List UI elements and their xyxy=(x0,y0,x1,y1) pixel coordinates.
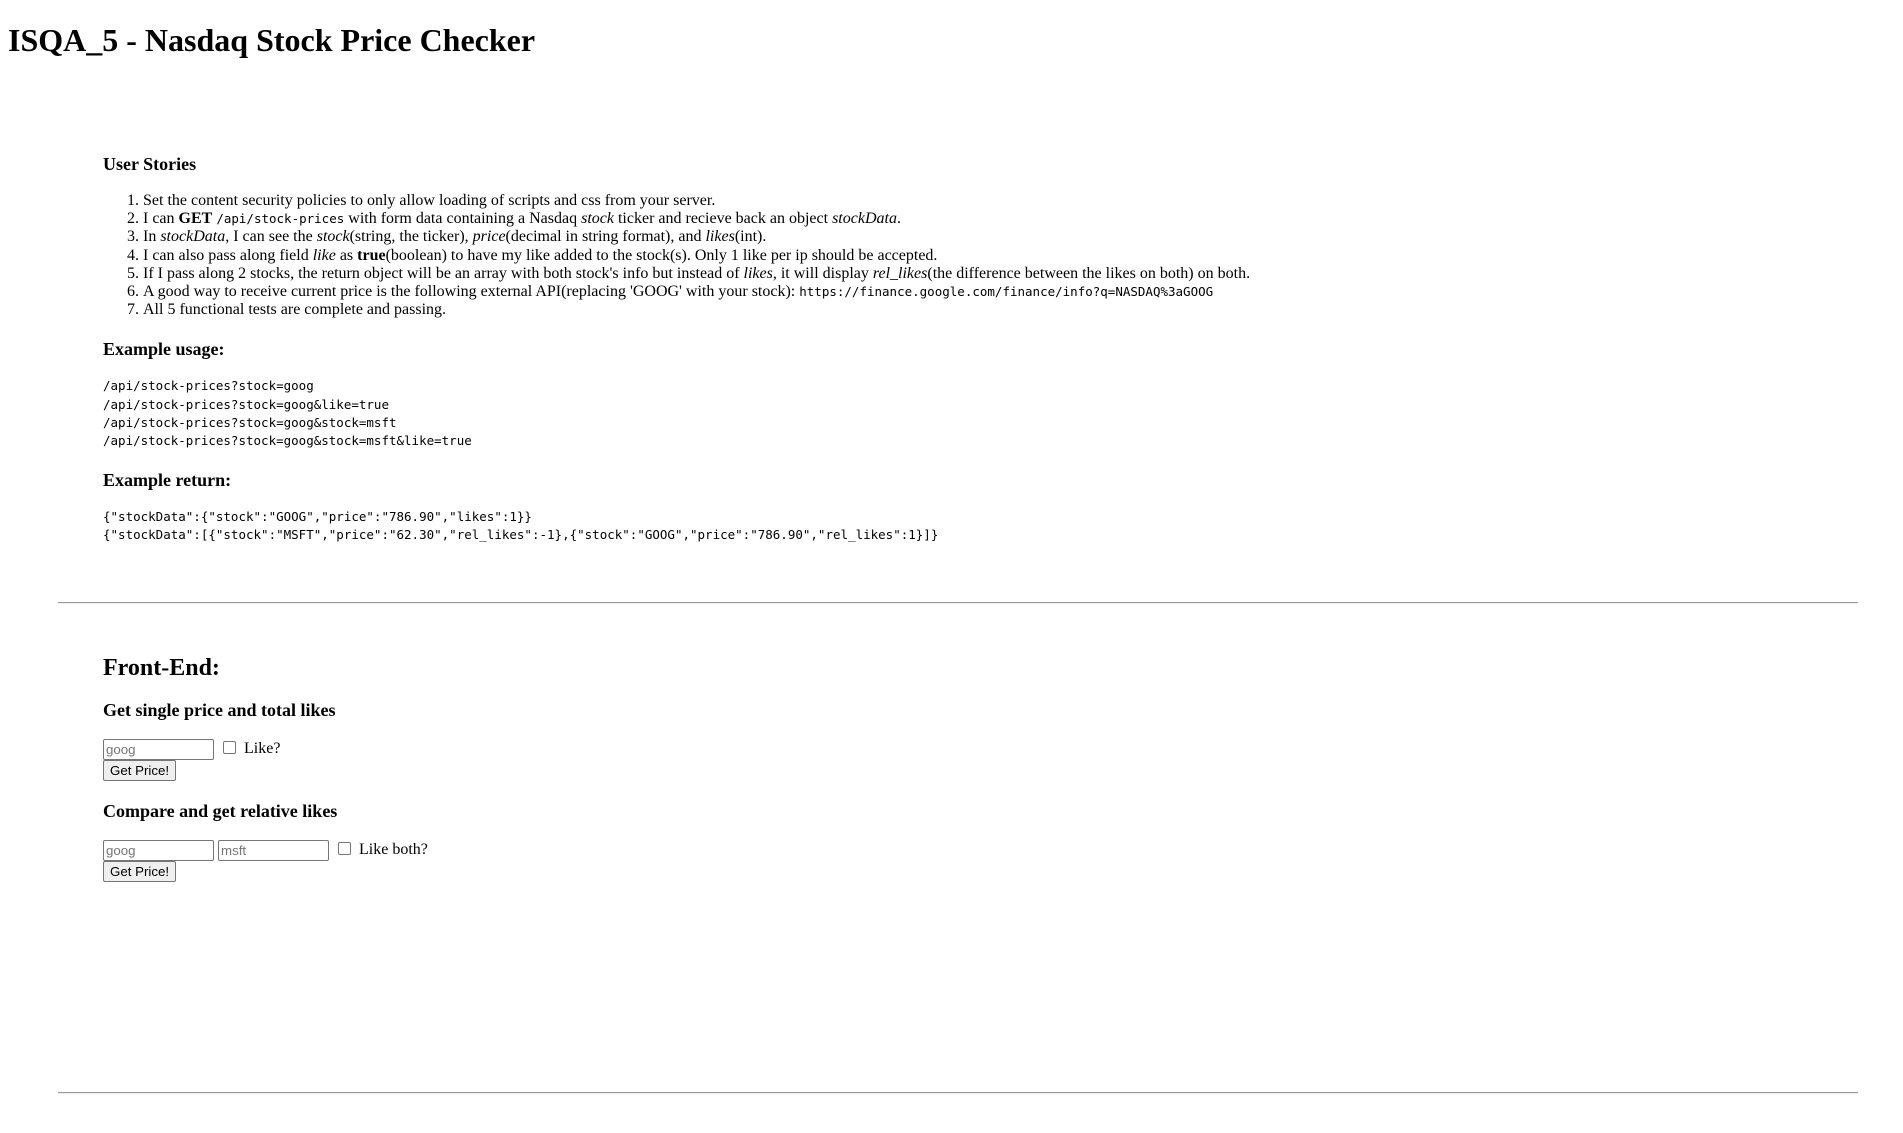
story-italic: like xyxy=(312,246,336,264)
single-get-price-button[interactable]: Get Price! xyxy=(103,760,177,781)
compare-form-row: Like both? xyxy=(103,839,1803,861)
compare-like-checkbox[interactable] xyxy=(338,841,351,855)
single-like-checkbox[interactable] xyxy=(223,740,236,754)
story-text: (decimal in string format), and xyxy=(505,228,706,246)
story-bold: GET xyxy=(178,210,213,228)
story-bold: true xyxy=(357,246,386,264)
story-italic: stock xyxy=(316,228,350,246)
single-price-form: Get single price and total likes Like? G… xyxy=(103,698,1803,781)
code-line: /api/stock-prices?stock=goog xyxy=(103,378,314,394)
single-like-label: Like? xyxy=(244,740,281,757)
user-stories-section: User Stories Set the content security po… xyxy=(103,152,1803,545)
page-title: ISQA_5 - Nasdaq Stock Price Checker xyxy=(8,22,536,58)
story-code: https://finance.google.com/finance/info?… xyxy=(799,284,1214,300)
single-form-row: Like? xyxy=(103,738,1803,760)
divider-top xyxy=(58,602,1858,604)
story-item-6: A good way to receive current price is t… xyxy=(143,283,1803,301)
user-stories-list: Set the content security policies to onl… xyxy=(103,192,1803,319)
story-item-4: I can also pass along field like as true… xyxy=(143,247,1803,265)
story-text: (boolean) to have my like added to the s… xyxy=(385,246,938,264)
example-usage-heading: Example usage: xyxy=(103,339,225,360)
front-end-title: Front-End: xyxy=(103,655,220,681)
story-text: (string, the ticker), xyxy=(349,228,473,246)
story-item-1: Set the content security policies to onl… xyxy=(143,192,1803,210)
code-line: /api/stock-prices?stock=goog&like=true xyxy=(103,396,389,412)
story-item-7: All 5 functional tests are complete and … xyxy=(143,301,1803,319)
front-end-section: Front-End: Get single price and total li… xyxy=(103,652,1803,882)
compare-get-price-button[interactable]: Get Price! xyxy=(103,861,177,882)
story-text: A good way to receive current price is t… xyxy=(143,283,800,301)
compare-stock1-input[interactable] xyxy=(103,839,214,861)
story-text: . xyxy=(896,210,901,228)
compare-stock2-input[interactable] xyxy=(218,839,329,861)
compare-like-label: Like both? xyxy=(359,841,428,858)
story-text: All 5 functional tests are complete and … xyxy=(143,301,447,319)
story-text: , it will display xyxy=(772,264,873,282)
story-italic: rel_likes xyxy=(872,264,928,282)
code-line: /api/stock-prices?stock=goog&stock=msft&… xyxy=(103,433,472,449)
example-usage-code: /api/stock-prices?stock=goog/api/stock-p… xyxy=(103,377,1803,450)
example-return-heading: Example return: xyxy=(103,470,232,491)
story-code: /api/stock-prices xyxy=(216,211,345,227)
story-italic: price xyxy=(472,228,506,246)
story-item-2: I can GET /api/stock-prices with form da… xyxy=(143,210,1803,228)
story-text: (the difference between the likes on bot… xyxy=(927,264,1251,282)
story-text: In xyxy=(143,228,161,246)
story-item-3: In stockData, I can see the stock(string… xyxy=(143,228,1803,246)
story-italic: likes xyxy=(743,264,773,282)
divider-bottom xyxy=(58,1092,1858,1094)
story-text: Set the content security policies to onl… xyxy=(143,192,716,209)
story-item-5: If I pass along 2 stocks, the return obj… xyxy=(143,265,1803,283)
compare-form: Compare and get relative likes Like both… xyxy=(103,799,1803,882)
story-italic: stockData xyxy=(160,228,226,246)
example-return-block: Example return: {"stockData":{"stock":"G… xyxy=(103,468,1803,544)
code-line: {"stockData":{"stock":"GOOG","price":"78… xyxy=(103,509,532,525)
example-usage-block: Example usage: /api/stock-prices?stock=g… xyxy=(103,337,1803,450)
example-return-code: {"stockData":{"stock":"GOOG","price":"78… xyxy=(103,508,1803,544)
story-italic: stock xyxy=(581,210,614,228)
story-text: I can xyxy=(143,210,179,228)
story-text: (int). xyxy=(734,228,767,246)
code-line: /api/stock-prices?stock=goog&stock=msft xyxy=(103,414,397,430)
compare-form-heading: Compare and get relative likes xyxy=(103,801,338,821)
single-stock-input[interactable] xyxy=(103,738,214,760)
user-stories-heading: User Stories xyxy=(103,154,197,174)
code-line: {"stockData":[{"stock":"MSFT","price":"6… xyxy=(103,527,939,543)
story-text: ticker and recieve back an object xyxy=(613,210,833,228)
single-form-heading: Get single price and total likes xyxy=(103,700,336,720)
story-italic: stockData xyxy=(832,210,897,228)
story-text: as xyxy=(335,246,358,264)
story-text: I can also pass along field xyxy=(143,246,313,264)
story-text: , I can see the xyxy=(225,228,317,246)
story-text: If I pass along 2 stocks, the return obj… xyxy=(143,264,744,282)
story-text: with form data containing a Nasdaq xyxy=(344,210,582,228)
story-italic: likes xyxy=(705,228,735,246)
